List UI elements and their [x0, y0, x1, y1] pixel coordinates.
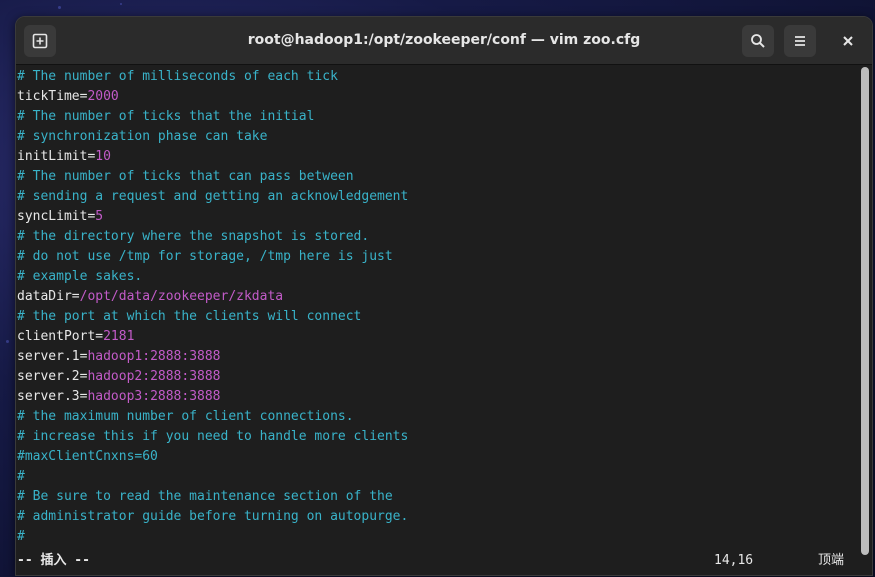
config-key: initLimit=	[17, 149, 96, 164]
editor-line[interactable]: dataDir=/opt/data/zookeeper/zkdata	[17, 287, 859, 307]
editor-line[interactable]: # increase this if you need to handle mo…	[17, 427, 859, 447]
editor-line[interactable]: #	[17, 467, 859, 487]
comment-text: # the directory where the snapshot is st…	[17, 229, 370, 244]
config-value: hadoop2:2888:3888	[87, 369, 221, 384]
editor-line[interactable]: #	[17, 527, 859, 547]
cursor-position: 14,16	[714, 553, 754, 568]
editor-line[interactable]: server.3=hadoop3:2888:3888	[17, 387, 859, 407]
config-key: tickTime=	[17, 89, 88, 104]
comment-text: # the port at which the clients will con…	[17, 309, 362, 324]
comment-text: # increase this if you need to handle mo…	[17, 429, 409, 444]
comment-text: # synchronization phase can take	[17, 129, 268, 144]
comment-text: # administrator guide before turning on …	[17, 509, 409, 524]
comment-text: #maxClientCnxns=60	[17, 449, 158, 464]
config-value: 2000	[87, 89, 119, 104]
editor-line[interactable]: # The number of ticks that the initial	[17, 107, 859, 127]
hamburger-menu-icon	[793, 34, 807, 48]
wallpaper-dot	[120, 3, 122, 5]
config-value: 2181	[103, 329, 135, 344]
editor-line[interactable]: # the directory where the snapshot is st…	[17, 227, 859, 247]
title-bar[interactable]: root@hadoop1:/opt/zookeeper/conf — vim z…	[16, 17, 872, 65]
comment-text: # the maximum number of client connectio…	[17, 409, 354, 424]
editor-line[interactable]: server.2=hadoop2:2888:3888	[17, 367, 859, 387]
comment-text: # The number of ticks that the initial	[17, 109, 315, 124]
editor-line[interactable]: # The number of ticks that can pass betw…	[17, 167, 859, 187]
menu-button[interactable]	[784, 25, 816, 57]
config-value: hadoop1:2888:3888	[87, 349, 221, 364]
editor-line[interactable]: # Be sure to read the maintenance sectio…	[17, 487, 859, 507]
config-key: server.1=	[17, 349, 88, 364]
terminal-content[interactable]: # The number of milliseconds of each tic…	[16, 65, 859, 575]
terminal-window: root@hadoop1:/opt/zookeeper/conf — vim z…	[15, 16, 873, 576]
comment-text: # Be sure to read the maintenance sectio…	[17, 489, 393, 504]
comment-text: # do not use /tmp for storage, /tmp here…	[17, 249, 393, 264]
search-button[interactable]	[742, 25, 774, 57]
editor-line[interactable]: # synchronization phase can take	[17, 127, 859, 147]
editor-buffer[interactable]: # The number of milliseconds of each tic…	[16, 65, 859, 547]
editor-line[interactable]: #maxClientCnxns=60	[17, 447, 859, 467]
config-key: server.2=	[17, 369, 88, 384]
editor-line[interactable]: clientPort=2181	[17, 327, 859, 347]
comment-text: # The number of ticks that can pass betw…	[17, 169, 354, 184]
scrollbar-thumb[interactable]	[861, 67, 869, 555]
editor-line[interactable]: # the port at which the clients will con…	[17, 307, 859, 327]
config-value: /opt/data/zookeeper/zkdata	[79, 289, 284, 304]
editor-line[interactable]: syncLimit=5	[17, 207, 859, 227]
config-key: clientPort=	[17, 329, 104, 344]
config-value: hadoop3:2888:3888	[87, 389, 221, 404]
wallpaper-dot	[58, 6, 61, 9]
comment-text: # The number of milliseconds of each tic…	[17, 69, 338, 84]
close-button[interactable]	[832, 25, 864, 57]
editor-line[interactable]: # do not use /tmp for storage, /tmp here…	[17, 247, 859, 267]
editor-line[interactable]: # the maximum number of client connectio…	[17, 407, 859, 427]
editor-line[interactable]: initLimit=10	[17, 147, 859, 167]
config-key: syncLimit=	[17, 209, 96, 224]
comment-text: #	[17, 529, 25, 544]
config-value: 5	[95, 209, 104, 224]
comment-text: #	[17, 469, 25, 484]
search-icon	[750, 33, 766, 49]
scrollbar[interactable]	[861, 67, 869, 555]
mode-indicator: -- 插入 --	[17, 553, 90, 568]
editor-line[interactable]: # administrator guide before turning on …	[17, 507, 859, 527]
editor-line[interactable]: server.1=hadoop1:2888:3888	[17, 347, 859, 367]
scroll-position: 顶端	[818, 553, 845, 568]
comment-text: # sending a request and getting an ackno…	[17, 189, 409, 204]
wallpaper-dot	[6, 340, 9, 343]
close-icon	[842, 32, 854, 51]
editor-line[interactable]: # example sakes.	[17, 267, 859, 287]
config-value: 10	[95, 149, 111, 164]
vim-status-line: -- 插入 -- 14,16 顶端	[17, 551, 855, 571]
config-key: dataDir=	[17, 289, 80, 304]
config-key: server.3=	[17, 389, 88, 404]
editor-line[interactable]: # The number of milliseconds of each tic…	[17, 67, 859, 87]
editor-line[interactable]: # sending a request and getting an ackno…	[17, 187, 859, 207]
editor-line[interactable]: tickTime=2000	[17, 87, 859, 107]
comment-text: # example sakes.	[17, 269, 143, 284]
